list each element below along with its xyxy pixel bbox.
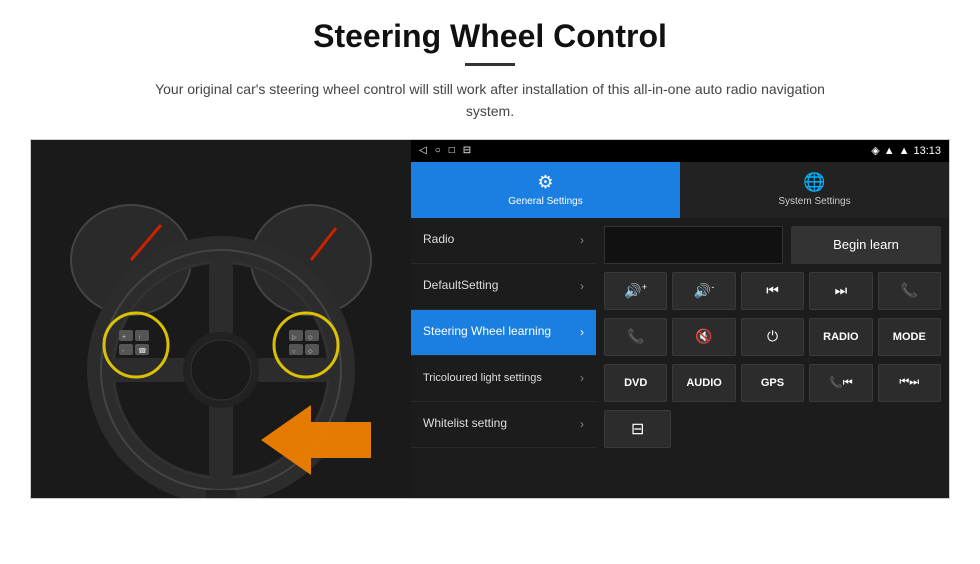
control-grid-row2: 📞 🔇 ⏻ RADIO MODE [604, 318, 941, 356]
audio-button[interactable]: AUDIO [672, 364, 735, 402]
audio-label: AUDIO [686, 377, 721, 389]
vol-down-button[interactable]: 🔊- [672, 272, 735, 310]
tab-system[interactable]: 🌐 System Settings [680, 162, 949, 218]
steering-wheel-panel: + ↑ - ☎ ▷ ◇ ○ ◇ [31, 140, 411, 499]
svg-text:☎: ☎ [138, 347, 147, 355]
control-panel: Begin learn 🔊+ 🔊- ⏮ [596, 218, 949, 498]
location-icon: ◈ [871, 144, 879, 157]
mode-button[interactable]: MODE [878, 318, 941, 356]
wifi-icon: ▲ [899, 145, 910, 157]
next-track-icon: ⏭ [835, 282, 848, 299]
globe-icon: 🌐 [803, 172, 825, 193]
vol-up-button[interactable]: 🔊+ [604, 272, 667, 310]
signal-icon: ▲ [884, 145, 895, 157]
main-content: Radio › DefaultSetting › Steering Wheel … [411, 218, 949, 498]
menu-item-steering[interactable]: Steering Wheel learning › [411, 310, 596, 356]
menu-icon: ⊟ [631, 419, 644, 439]
prev-track-button[interactable]: ⏮ [741, 272, 804, 310]
tab-bar: ⚙ General Settings 🌐 System Settings [411, 162, 949, 218]
status-bar: ◁ ○ □ ⊟ ◈ ▲ ▲ 13:13 [411, 140, 949, 162]
chevron-icon-default: › [580, 279, 584, 293]
menu-item-tricoloured-label: Tricoloured light settings [423, 371, 542, 385]
call-button[interactable]: 📞 [878, 272, 941, 310]
control-grid-row1: 🔊+ 🔊- ⏮ ⏭ 📞 [604, 272, 941, 310]
menu-item-default-label: DefaultSetting [423, 278, 498, 294]
call-end-button[interactable]: 📞 [604, 318, 667, 356]
svg-text:◇: ◇ [308, 335, 313, 341]
mute-icon: 🔇 [695, 328, 712, 345]
menu-item-radio-label: Radio [423, 232, 454, 248]
key-input-box [604, 226, 783, 264]
begin-learn-row: Begin learn [604, 226, 941, 264]
nav-home-icon: ○ [435, 145, 441, 156]
power-button[interactable]: ⏻ [741, 318, 804, 356]
last-row: ⊟ [604, 410, 941, 448]
tab-system-label: System Settings [778, 196, 850, 207]
page: Steering Wheel Control Your original car… [0, 0, 980, 564]
next-track-button[interactable]: ⏭ [809, 272, 872, 310]
screenshot-container: + ↑ - ☎ ▷ ◇ ○ ◇ [30, 139, 950, 499]
menu-item-steering-label: Steering Wheel learning [423, 324, 551, 340]
menu-item-whitelist-label: Whitelist setting [423, 416, 507, 432]
gps-button[interactable]: GPS [741, 364, 804, 402]
page-subtitle: Your original car's steering wheel contr… [140, 78, 840, 123]
tab-general-label: General Settings [508, 196, 583, 207]
nav-back-icon: ◁ [419, 145, 427, 156]
android-panel: ◁ ○ □ ⊟ ◈ ▲ ▲ 13:13 ⚙ General Settings [411, 140, 949, 498]
mode-label: MODE [893, 331, 926, 343]
svg-text:○: ○ [292, 349, 296, 355]
svg-text:+: + [122, 334, 126, 341]
bottom-grid: DVD AUDIO GPS 📞⏮ ⏮⏭ [604, 364, 941, 402]
vol-down-icon: 🔊- [694, 282, 714, 300]
begin-learn-button[interactable]: Begin learn [791, 226, 941, 264]
prev-next-icon: ⏮⏭ [899, 376, 919, 389]
call-prev-icon: 📞⏮ [829, 376, 853, 390]
dvd-button[interactable]: DVD [604, 364, 667, 402]
mute-button[interactable]: 🔇 [672, 318, 735, 356]
nav-menu-icon: ⊟ [463, 145, 471, 156]
gps-label: GPS [761, 377, 784, 389]
chevron-icon-steering: › [580, 325, 584, 339]
svg-text:◇: ◇ [308, 349, 313, 355]
prev-next-button[interactable]: ⏮⏭ [878, 364, 941, 402]
chevron-icon-whitelist: › [580, 417, 584, 431]
prev-track-icon: ⏮ [766, 282, 779, 299]
tab-general[interactable]: ⚙ General Settings [411, 162, 680, 218]
time-display: 13:13 [913, 145, 941, 157]
status-bar-right: ◈ ▲ ▲ 13:13 [871, 144, 941, 157]
call-end-icon: 📞 [627, 328, 644, 345]
dvd-label: DVD [624, 377, 647, 389]
menu-item-whitelist[interactable]: Whitelist setting › [411, 402, 596, 448]
call-icon: 📞 [901, 282, 918, 299]
status-bar-left: ◁ ○ □ ⊟ [419, 145, 471, 156]
gear-icon: ⚙ [537, 172, 553, 193]
call-prev-button[interactable]: 📞⏮ [809, 364, 872, 402]
svg-text:▷: ▷ [292, 335, 297, 341]
menu-item-default[interactable]: DefaultSetting › [411, 264, 596, 310]
menu-item-tricoloured[interactable]: Tricoloured light settings › [411, 356, 596, 402]
nav-recent-icon: □ [449, 145, 455, 156]
menu-list: Radio › DefaultSetting › Steering Wheel … [411, 218, 596, 498]
menu-btn[interactable]: ⊟ [604, 410, 671, 448]
menu-item-radio[interactable]: Radio › [411, 218, 596, 264]
power-icon: ⏻ [767, 328, 778, 345]
page-title: Steering Wheel Control [313, 18, 667, 55]
vol-up-icon: 🔊+ [624, 282, 647, 300]
chevron-icon-tricoloured: › [580, 371, 584, 385]
radio-label: RADIO [823, 331, 858, 343]
chevron-icon-radio: › [580, 233, 584, 247]
title-divider [465, 63, 515, 66]
radio-button[interactable]: RADIO [809, 318, 872, 356]
svg-text:↑: ↑ [138, 335, 141, 341]
